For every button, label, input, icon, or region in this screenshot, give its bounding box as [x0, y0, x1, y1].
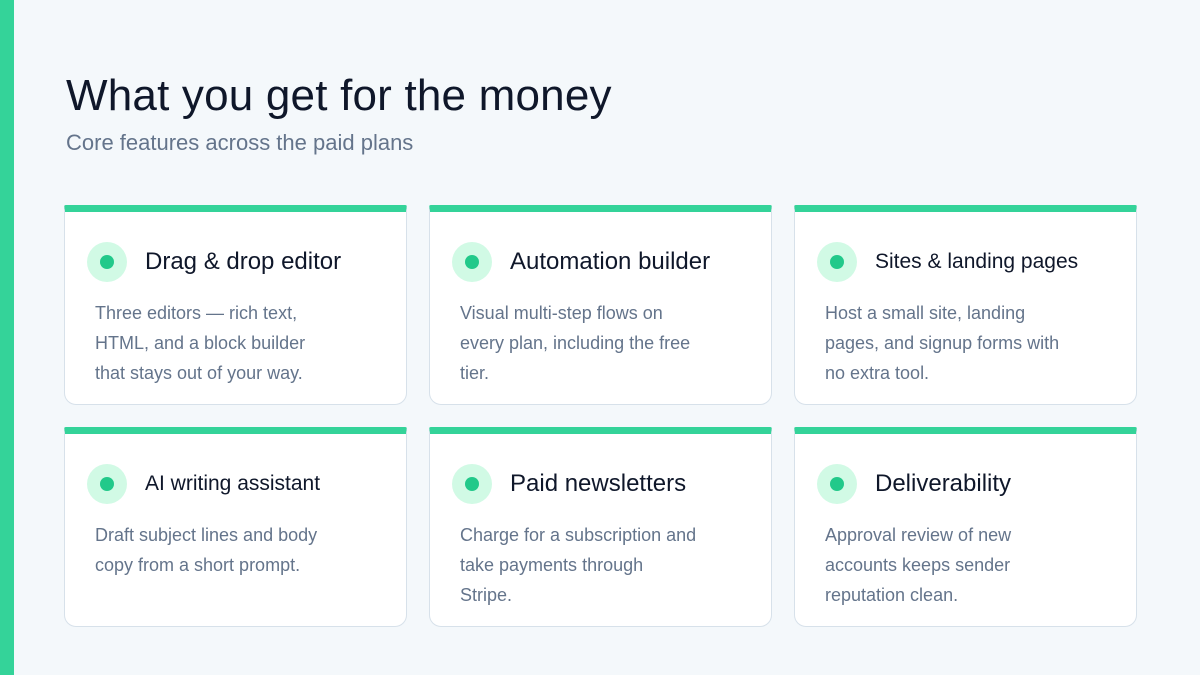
- feature-card-deliverability: Deliverability Approval review of new ac…: [794, 427, 1137, 627]
- status-dot-icon: [452, 464, 492, 504]
- dot-core: [465, 477, 479, 491]
- feature-card-header: Automation builder: [452, 242, 743, 282]
- feature-card-sites-landing-pages: Sites & landing pages Host a small site,…: [794, 205, 1137, 405]
- feature-description: Three editors — rich text, HTML, and a b…: [95, 303, 306, 383]
- feature-title: Deliverability: [875, 470, 1012, 497]
- dot-core: [100, 255, 114, 269]
- feature-title: AI writing assistant: [145, 472, 321, 495]
- feature-card-paid-newsletters: Paid newsletters Charge for a subscripti…: [429, 427, 772, 627]
- page-header: What you get for the money Core features…: [66, 70, 612, 158]
- feature-description: Approval review of new accounts keeps se…: [825, 525, 1012, 605]
- page-subtitle: Core features across the paid plans: [66, 130, 414, 155]
- feature-title: Paid newsletters: [510, 470, 687, 497]
- feature-title: Drag & drop editor: [145, 248, 342, 275]
- feature-description: Draft subject lines and body copy from a…: [95, 525, 318, 575]
- dot-core: [830, 255, 844, 269]
- page-title: What you get for the money: [66, 71, 612, 120]
- status-dot-icon: [817, 242, 857, 282]
- dot-core: [465, 255, 479, 269]
- feature-card-ai-writing-assistant: AI writing assistant Draft subject lines…: [64, 427, 407, 627]
- feature-card-header: Deliverability: [817, 464, 1108, 504]
- feature-title: Automation builder: [510, 248, 711, 275]
- status-dot-icon: [817, 464, 857, 504]
- status-dot-icon: [87, 464, 127, 504]
- status-dot-icon: [87, 242, 127, 282]
- dot-core: [830, 477, 844, 491]
- status-dot-icon: [452, 242, 492, 282]
- feature-grid: Drag & drop editor Three editors — rich …: [64, 205, 1137, 627]
- left-accent-bar: [0, 0, 14, 675]
- feature-card-header: Paid newsletters: [452, 464, 743, 504]
- feature-description: Charge for a subscription and take payme…: [460, 525, 697, 605]
- feature-title: Sites & landing pages: [875, 250, 1079, 273]
- feature-card-header: AI writing assistant: [87, 464, 378, 504]
- feature-card-header: Drag & drop editor: [87, 242, 378, 282]
- feature-card-drag-drop-editor: Drag & drop editor Three editors — rich …: [64, 205, 407, 405]
- feature-card-header: Sites & landing pages: [817, 242, 1108, 282]
- feature-card-automation-builder: Automation builder Visual multi-step flo…: [429, 205, 772, 405]
- feature-description: Visual multi-step flows on every plan, i…: [460, 303, 691, 383]
- dot-core: [100, 477, 114, 491]
- feature-description: Host a small site, landing pages, and si…: [825, 303, 1060, 383]
